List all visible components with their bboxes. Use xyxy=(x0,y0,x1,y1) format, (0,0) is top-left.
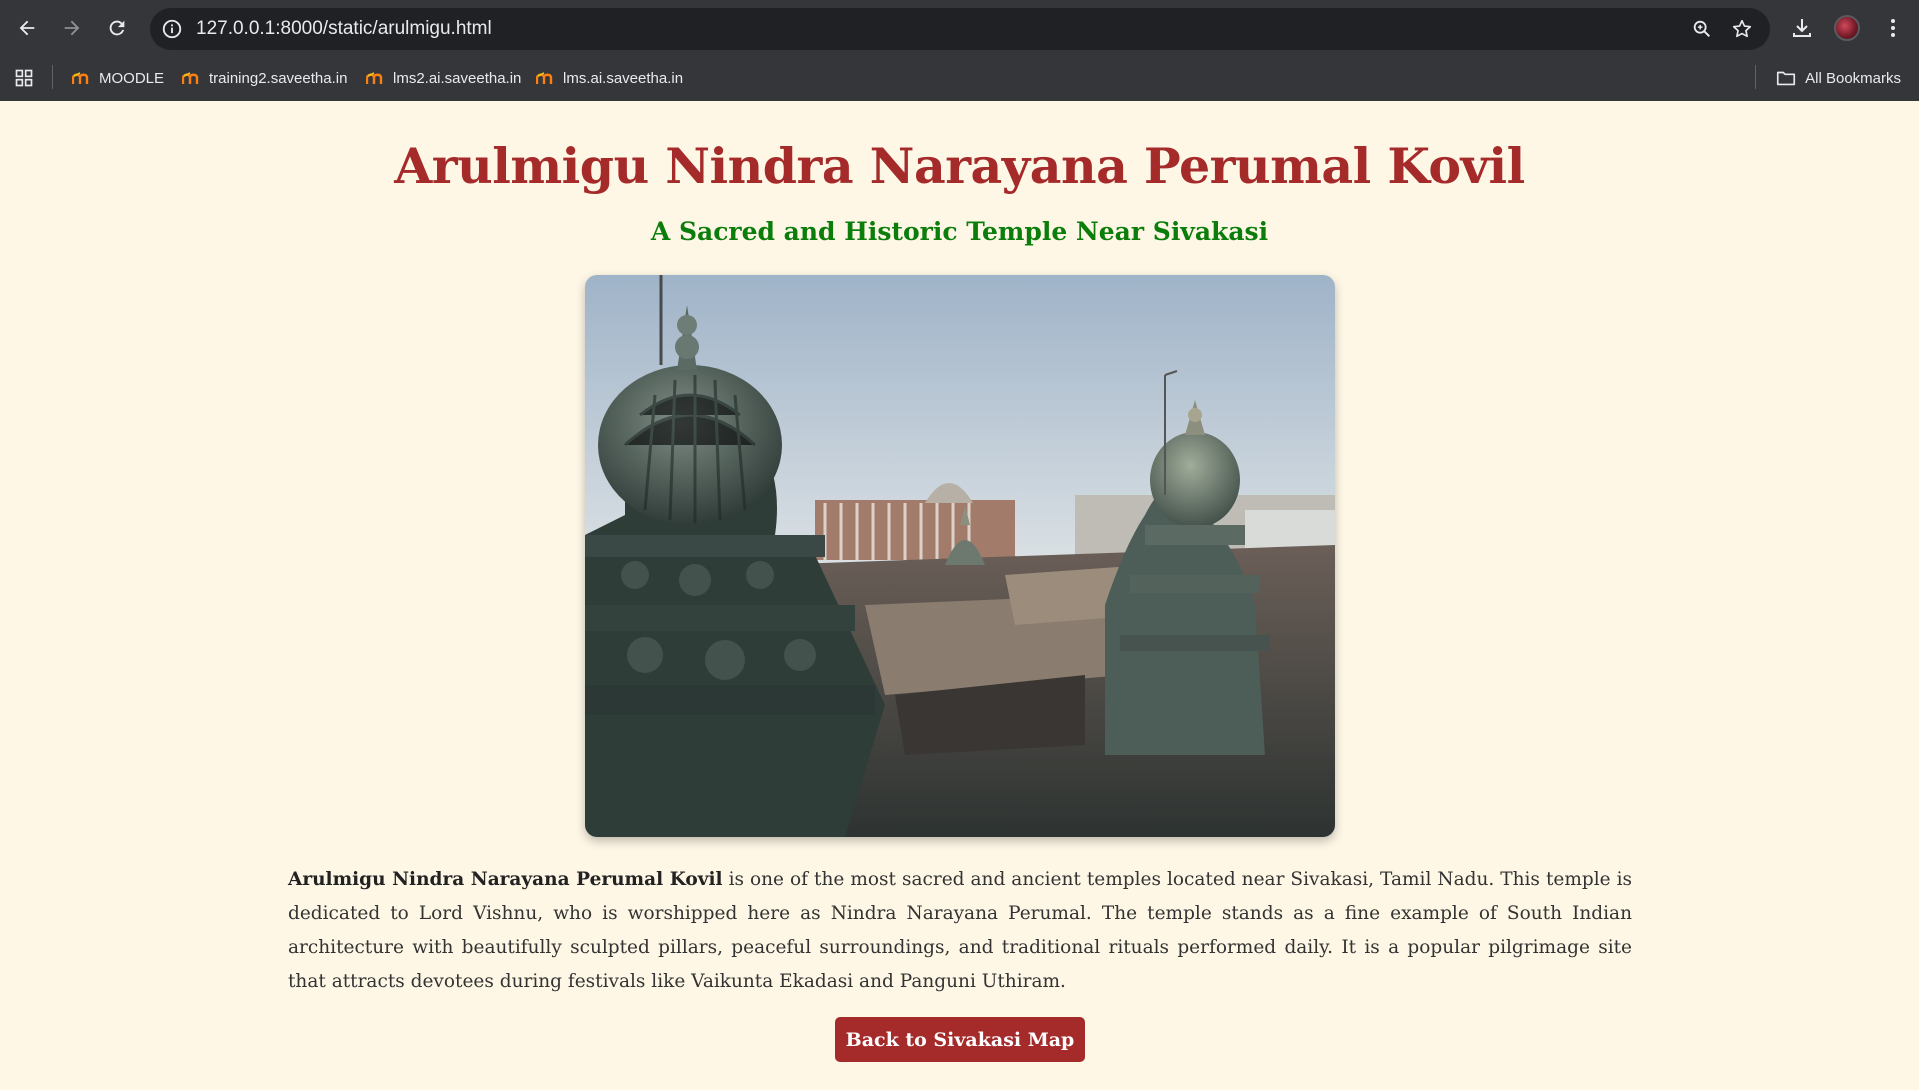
folder-icon xyxy=(1777,71,1796,86)
bookmark-star-icon[interactable] xyxy=(1729,16,1755,42)
address-bar[interactable]: 127.0.0.1:8000/static/arulmigu.html xyxy=(150,8,1770,50)
page-content: Arulmigu Nindra Narayana Perumal Kovil A… xyxy=(0,101,1919,1090)
browser-toolbar: 127.0.0.1:8000/static/arulmigu.html xyxy=(0,0,1919,57)
forward-nav-button[interactable] xyxy=(54,10,90,46)
profile-avatar[interactable] xyxy=(1831,12,1863,44)
bookmark-lms[interactable]: lms.ai.saveetha.in xyxy=(536,63,683,93)
back-to-map-button[interactable]: Back to Sivakasi Map xyxy=(835,1017,1085,1062)
bookmark-label: lms.ai.saveetha.in xyxy=(563,69,684,87)
bookmark-lms2[interactable]: lms2.ai.saveetha.in xyxy=(366,63,521,93)
avatar xyxy=(1834,15,1860,41)
browser-chrome: 127.0.0.1:8000/static/arulmigu.html MOOD… xyxy=(0,0,1919,101)
url-text[interactable]: 127.0.0.1:8000/static/arulmigu.html xyxy=(196,8,492,50)
bookmarks-divider xyxy=(52,65,53,89)
arrow-left-icon xyxy=(19,20,35,36)
moodle-icon xyxy=(182,71,202,85)
zoom-icon[interactable] xyxy=(1689,16,1715,42)
all-bookmarks-button[interactable]: All Bookmarks xyxy=(1775,63,1901,93)
bookmarks-divider-right xyxy=(1755,65,1756,89)
all-bookmarks-label: All Bookmarks xyxy=(1805,69,1901,87)
temple-photo xyxy=(585,275,1335,837)
download-icon[interactable] xyxy=(1786,12,1818,44)
reload-icon xyxy=(109,20,125,36)
bookmark-moodle[interactable]: MOODLE xyxy=(72,63,164,93)
page-subtitle: A Sacred and Historic Temple Near Sivaka… xyxy=(650,217,1269,246)
bookmark-label: lms2.ai.saveetha.in xyxy=(393,69,522,87)
arrow-right-icon xyxy=(64,20,80,36)
temple-description: Arulmigu Nindra Narayana Perumal Kovil i… xyxy=(288,863,1632,999)
bookmark-label: training2.saveetha.in xyxy=(209,69,348,87)
reload-button[interactable] xyxy=(99,10,135,46)
moodle-icon xyxy=(72,71,92,85)
back-nav-button[interactable] xyxy=(9,10,45,46)
moodle-icon xyxy=(366,71,386,85)
bookmarks-bar: MOODLE training2.saveetha.in lms2.ai.sav… xyxy=(0,57,1919,101)
site-info-icon[interactable] xyxy=(160,17,184,41)
moodle-icon xyxy=(536,71,556,85)
description-bold-name: Arulmigu Nindra Narayana Perumal Kovil xyxy=(288,869,723,890)
page-title: Arulmigu Nindra Narayana Perumal Kovil xyxy=(394,137,1525,195)
temple-image xyxy=(585,275,1335,837)
bookmark-training2[interactable]: training2.saveetha.in xyxy=(182,63,347,93)
bookmark-label: MOODLE xyxy=(99,69,165,87)
menu-dots-icon[interactable] xyxy=(1877,12,1909,44)
apps-grid-icon[interactable] xyxy=(12,66,36,90)
